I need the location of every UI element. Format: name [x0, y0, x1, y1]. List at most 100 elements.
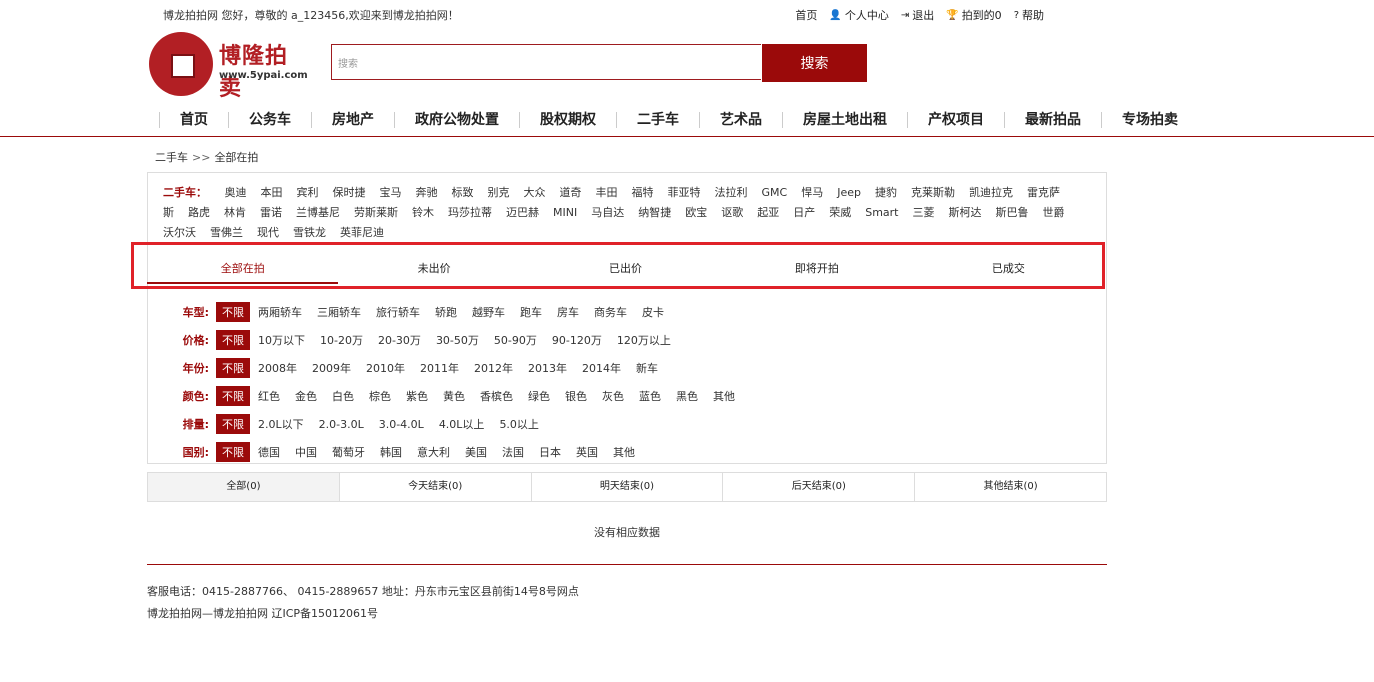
filter-option[interactable]: 2008年: [258, 360, 297, 376]
filter-option[interactable]: 香槟色: [480, 388, 513, 404]
brand-link[interactable]: 纳智捷: [638, 206, 671, 219]
filter-option[interactable]: 跑车: [520, 304, 542, 320]
brand-link[interactable]: 日产: [793, 206, 815, 219]
time-tab-2[interactable]: 明天结束(0): [530, 473, 723, 501]
brand-link[interactable]: 兰博基尼: [296, 206, 340, 219]
filter-option[interactable]: 5.0以上: [499, 416, 539, 432]
brand-link[interactable]: GMC: [762, 186, 788, 199]
brand-link[interactable]: 世爵: [1043, 206, 1065, 219]
top-link-4[interactable]: ? 帮助: [1014, 7, 1044, 23]
filter-option[interactable]: 银色: [565, 388, 587, 404]
filter-option[interactable]: 两厢轿车: [258, 304, 302, 320]
brand-link[interactable]: Jeep: [837, 186, 861, 199]
filter-option[interactable]: 皮卡: [642, 304, 664, 320]
brand-link[interactable]: 荣威: [829, 206, 851, 219]
nav-item-10[interactable]: 专场拍卖: [1101, 112, 1198, 128]
brand-link[interactable]: 三菱: [913, 206, 935, 219]
filter-option[interactable]: 法国: [502, 444, 524, 460]
filter-option[interactable]: 灰色: [602, 388, 624, 404]
time-tab-0[interactable]: 全部(0): [148, 473, 339, 501]
filter-option[interactable]: 不限: [216, 358, 250, 378]
filter-option[interactable]: 越野车: [472, 304, 505, 320]
brand-link[interactable]: 英菲尼迪: [340, 226, 384, 239]
brand-link[interactable]: 丰田: [596, 186, 618, 199]
brand-link[interactable]: 标致: [452, 186, 474, 199]
filter-option[interactable]: 紫色: [406, 388, 428, 404]
filter-option[interactable]: 中国: [295, 444, 317, 460]
brand-link[interactable]: 捷豹: [875, 186, 897, 199]
filter-option[interactable]: 房车: [557, 304, 579, 320]
filter-option[interactable]: 不限: [216, 442, 250, 462]
nav-item-1[interactable]: 公务车: [228, 112, 311, 128]
brand-link[interactable]: 别克: [488, 186, 510, 199]
filter-option[interactable]: 其他: [613, 444, 635, 460]
brand-link[interactable]: 宝马: [380, 186, 402, 199]
brand-link[interactable]: 讴歌: [721, 206, 743, 219]
filter-option[interactable]: 三厢轿车: [317, 304, 361, 320]
filter-option[interactable]: 黑色: [676, 388, 698, 404]
brand-link[interactable]: 雷诺: [260, 206, 282, 219]
top-link-3[interactable]: 🏆 拍到的0: [946, 7, 1001, 23]
brand-link[interactable]: 沃尔沃: [163, 226, 196, 239]
filter-option[interactable]: 黄色: [443, 388, 465, 404]
status-tab-0[interactable]: 全部在拍: [147, 260, 339, 284]
brand-link[interactable]: 林肯: [224, 206, 246, 219]
brand-link[interactable]: 斯巴鲁: [996, 206, 1029, 219]
filter-option[interactable]: 美国: [465, 444, 487, 460]
brand-link[interactable]: 宾利: [297, 186, 319, 199]
brand-link[interactable]: 路虎: [188, 206, 210, 219]
filter-option[interactable]: 意大利: [417, 444, 450, 460]
nav-item-9[interactable]: 最新拍品: [1004, 112, 1101, 128]
filter-option[interactable]: 轿跑: [435, 304, 457, 320]
status-tab-2[interactable]: 已出价: [530, 260, 721, 284]
brand-link[interactable]: 保时捷: [333, 186, 366, 199]
filter-option[interactable]: 10-20万: [320, 332, 363, 348]
time-tab-4[interactable]: 其他结束(0): [914, 473, 1106, 501]
status-tab-4[interactable]: 已成交: [913, 260, 1104, 284]
filter-option[interactable]: 50-90万: [494, 332, 537, 348]
filter-option[interactable]: 韩国: [380, 444, 402, 460]
logo[interactable]: 博隆拍卖 www.5ypai.com: [149, 32, 309, 101]
filter-option[interactable]: 商务车: [594, 304, 627, 320]
filter-option[interactable]: 新车: [636, 360, 658, 376]
filter-option[interactable]: 英国: [576, 444, 598, 460]
filter-option[interactable]: 20-30万: [378, 332, 421, 348]
top-link-1[interactable]: 👤 个人中心: [829, 7, 888, 23]
time-tab-3[interactable]: 后天结束(0): [722, 473, 914, 501]
search-button[interactable]: 搜索: [762, 44, 867, 82]
filter-option[interactable]: 不限: [216, 414, 250, 434]
brand-link[interactable]: 大众: [524, 186, 546, 199]
nav-item-5[interactable]: 二手车: [616, 112, 699, 128]
filter-option[interactable]: 2011年: [420, 360, 459, 376]
status-tab-3[interactable]: 即将开拍: [721, 260, 912, 284]
brand-link[interactable]: 起亚: [757, 206, 779, 219]
top-link-0[interactable]: 首页: [795, 7, 817, 23]
brand-link[interactable]: 现代: [257, 226, 279, 239]
brand-link[interactable]: 本田: [261, 186, 283, 199]
filter-option[interactable]: 不限: [216, 302, 250, 322]
brand-link[interactable]: 法拉利: [715, 186, 748, 199]
search-input[interactable]: 搜索: [331, 44, 761, 80]
brand-link[interactable]: 劳斯莱斯: [354, 206, 398, 219]
filter-option[interactable]: 4.0L以上: [439, 416, 485, 432]
brand-link[interactable]: 马自达: [591, 206, 624, 219]
nav-item-6[interactable]: 艺术品: [699, 112, 782, 128]
filter-option[interactable]: 蓝色: [639, 388, 661, 404]
filter-option[interactable]: 3.0-4.0L: [379, 418, 424, 431]
top-link-2[interactable]: ⇥ 退出: [901, 7, 934, 23]
brand-link[interactable]: 道奇: [560, 186, 582, 199]
filter-option[interactable]: 不限: [216, 330, 250, 350]
brand-link[interactable]: Smart: [865, 206, 898, 219]
filter-option[interactable]: 旅行轿车: [376, 304, 420, 320]
filter-option[interactable]: 120万以上: [617, 332, 671, 348]
filter-option[interactable]: 其他: [713, 388, 735, 404]
status-tab-1[interactable]: 未出价: [338, 260, 529, 284]
filter-option[interactable]: 30-50万: [436, 332, 479, 348]
filter-option[interactable]: 90-120万: [552, 332, 602, 348]
filter-option[interactable]: 2.0L以下: [258, 416, 304, 432]
brand-link[interactable]: 奥迪: [225, 186, 247, 199]
brand-link[interactable]: MINI: [553, 206, 577, 219]
filter-option[interactable]: 2014年: [582, 360, 621, 376]
nav-item-2[interactable]: 房地产: [311, 112, 394, 128]
filter-option[interactable]: 2013年: [528, 360, 567, 376]
